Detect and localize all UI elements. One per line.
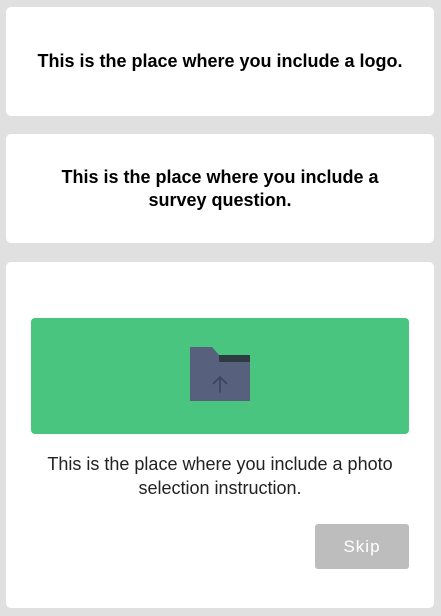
- logo-card: This is the place where you include a lo…: [6, 7, 434, 116]
- skip-button[interactable]: Skip: [315, 524, 409, 569]
- photo-instruction-text: This is the place where you include a ph…: [47, 454, 393, 498]
- folder-upload-icon: [190, 347, 250, 401]
- question-card: This is the place where you include a su…: [6, 134, 434, 243]
- logo-placeholder-text: This is the place where you include a lo…: [37, 51, 403, 71]
- survey-question-text: This is the place where you include a su…: [61, 166, 379, 210]
- photo-upload-area[interactable]: [31, 318, 409, 434]
- photo-selection-card: This is the place where you include a ph…: [6, 262, 434, 608]
